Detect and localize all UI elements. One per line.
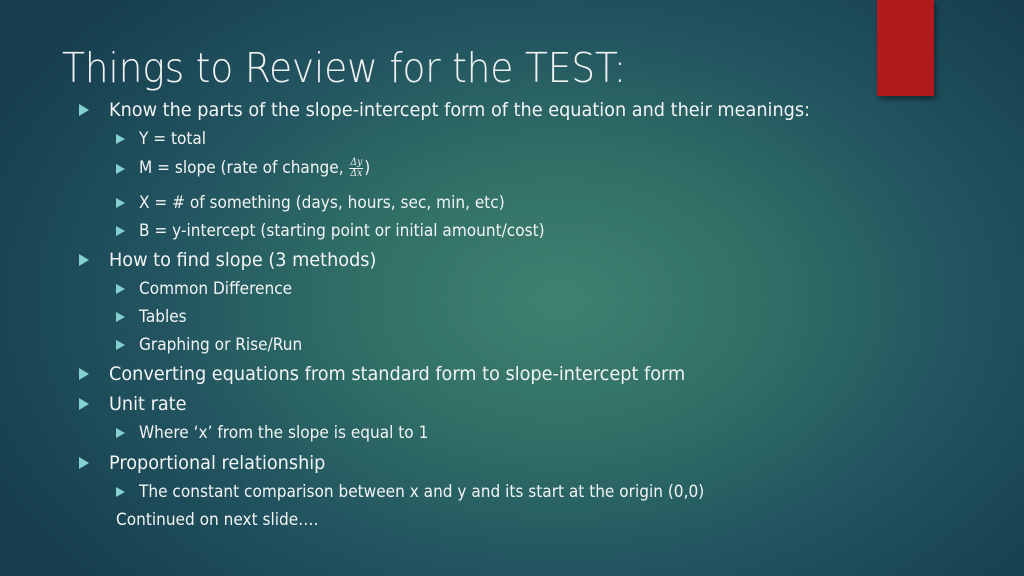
bullet-text: Know the parts of the slope-intercept fo… bbox=[109, 99, 811, 121]
bullet-converting-equations: Converting equations from standard form … bbox=[79, 363, 729, 385]
sub-bullet-b-intercept: B = y-intercept (starting point or initi… bbox=[116, 221, 575, 240]
bullet-proportional-relationship: Proportional relationship bbox=[79, 452, 342, 474]
bullet-unit-rate: Unit rate bbox=[79, 393, 192, 415]
bullet-text: M = slope (rate of change, Δy Δx) bbox=[139, 158, 370, 179]
text-after-fraction: ) bbox=[364, 158, 371, 177]
bullet-slope-intercept-parts: Know the parts of the slope-intercept fo… bbox=[79, 99, 863, 121]
triangle-right-icon bbox=[79, 398, 89, 410]
triangle-right-icon bbox=[116, 311, 125, 322]
bullet-text: Proportional relationship bbox=[109, 452, 326, 474]
text-before-fraction: M = slope (rate of change, bbox=[139, 158, 349, 177]
bullet-text: Where ‘x’ from the slope is equal to 1 bbox=[139, 423, 429, 442]
slide: Things to Review for the TEST: Know the … bbox=[0, 0, 1024, 576]
sub-bullet-m-slope: M = slope (rate of change, Δy Δx) bbox=[116, 158, 388, 179]
sub-bullet-proportional-detail: The constant comparison between x and y … bbox=[116, 482, 747, 501]
bullet-text: X = # of something (days, hours, sec, mi… bbox=[139, 193, 505, 212]
triangle-right-icon bbox=[116, 486, 125, 497]
triangle-right-icon bbox=[116, 283, 125, 294]
bullet-find-slope: How to find slope (3 methods) bbox=[79, 249, 397, 271]
bullet-text: The constant comparison between x and y … bbox=[139, 482, 705, 501]
continued-note: Continued on next slide…. bbox=[116, 510, 334, 529]
sub-bullet-unit-rate-detail: Where ‘x’ from the slope is equal to 1 bbox=[116, 423, 450, 442]
sub-bullet-graphing: Graphing or Rise/Run bbox=[116, 335, 315, 354]
red-accent-bar bbox=[877, 0, 934, 96]
bullet-text: Tables bbox=[139, 307, 187, 326]
sub-bullet-tables: Tables bbox=[116, 307, 190, 326]
sub-bullet-y-total: Y = total bbox=[116, 129, 211, 148]
continued-note-text: Continued on next slide…. bbox=[116, 510, 319, 529]
bullet-text: Converting equations from standard form … bbox=[109, 363, 686, 385]
triangle-right-icon bbox=[79, 254, 89, 266]
sub-bullet-x-something: X = # of something (days, hours, sec, mi… bbox=[116, 193, 532, 212]
triangle-right-icon bbox=[116, 163, 125, 174]
triangle-right-icon bbox=[79, 368, 89, 380]
triangle-right-icon bbox=[116, 133, 125, 144]
delta-y-over-delta-x-fraction: Δy Δx bbox=[349, 158, 364, 179]
triangle-right-icon bbox=[79, 457, 89, 469]
bullet-text: Common Difference bbox=[139, 279, 293, 298]
bullet-text: Graphing or Rise/Run bbox=[139, 335, 303, 354]
triangle-right-icon bbox=[79, 104, 89, 116]
slide-title: Things to Review for the TEST: bbox=[62, 44, 626, 92]
triangle-right-icon bbox=[116, 427, 125, 438]
bullet-text: Unit rate bbox=[109, 393, 187, 415]
triangle-right-icon bbox=[116, 197, 125, 208]
triangle-right-icon bbox=[116, 339, 125, 350]
fraction-denominator: Δx bbox=[350, 168, 363, 179]
sub-bullet-common-difference: Common Difference bbox=[116, 279, 304, 298]
triangle-right-icon bbox=[116, 225, 125, 236]
bullet-text: Y = total bbox=[139, 129, 207, 148]
bullet-text: How to find slope (3 methods) bbox=[109, 249, 377, 271]
bullet-text: B = y-intercept (starting point or initi… bbox=[139, 221, 545, 240]
